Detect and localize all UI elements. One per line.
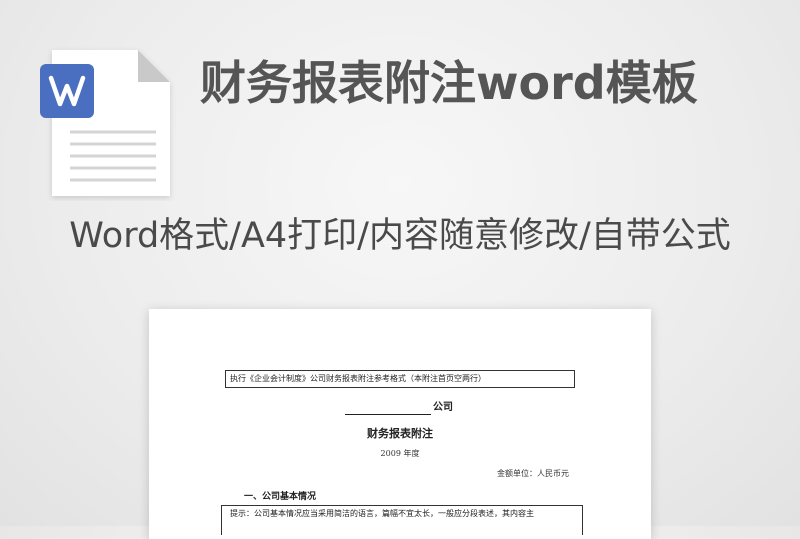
company-line: 公司 (345, 401, 453, 415)
word-file-icon (40, 50, 170, 196)
company-blank (345, 403, 431, 415)
format-note: 执行《企业会计制度》公司财务报表附注参考格式（本附注首页空两行） (225, 370, 575, 388)
hint-box: 提示：公司基本情况应当采用简洁的语言，篇幅不宜太长，一般应分段表述，其内容主 (221, 505, 583, 535)
company-suffix: 公司 (433, 402, 453, 413)
currency-unit: 金额单位：人民币元 (497, 469, 569, 478)
page-subtitle: Word格式/A4打印/内容随意修改/自带公式 (69, 216, 731, 256)
document-preview: 执行《企业会计制度》公司财务报表附注参考格式（本附注首页空两行） 公司 财务报表… (149, 309, 651, 539)
document-year: 2009 年度 (380, 449, 420, 458)
section-heading: 一、公司基本情况 (244, 492, 317, 502)
page-title: 财务报表附注word模板 (200, 56, 698, 110)
document-heading: 财务报表附注 (367, 427, 433, 440)
